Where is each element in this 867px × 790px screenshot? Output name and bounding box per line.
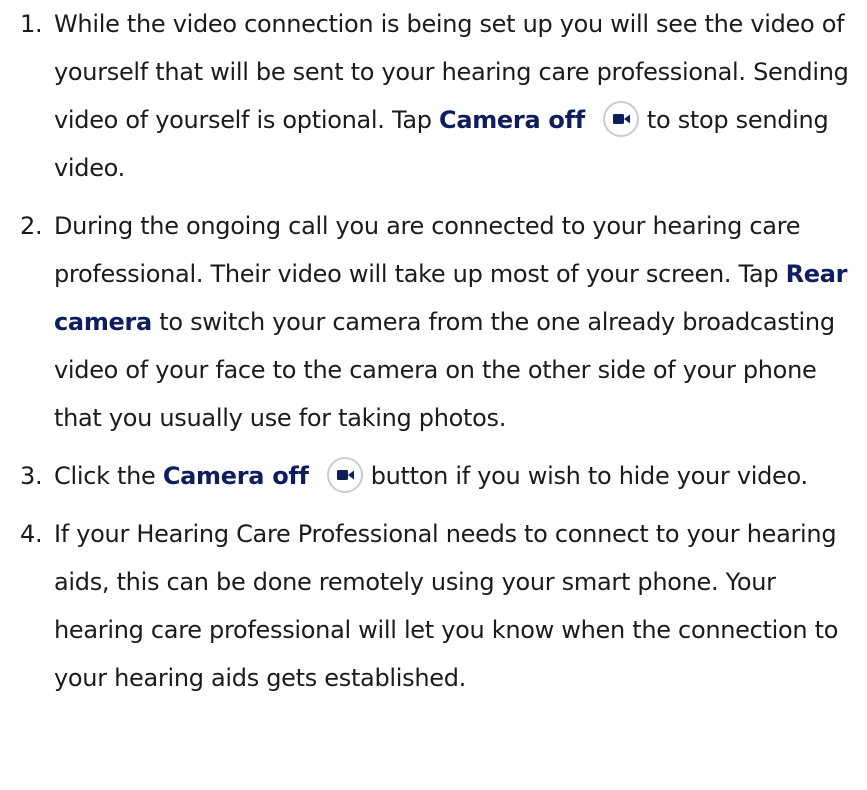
camera-off-button bbox=[326, 457, 363, 493]
step-number: 1. bbox=[20, 10, 43, 38]
step-text: Click the bbox=[54, 462, 163, 490]
step-text: button if you wish to hide your video. bbox=[370, 462, 808, 490]
camera-off-label: Camera off bbox=[439, 106, 585, 134]
step-number: 2. bbox=[20, 212, 43, 240]
step-text: to switch your camera from the one alrea… bbox=[54, 308, 835, 432]
video-camera-icon bbox=[612, 114, 630, 124]
instruction-list: 1. While the video connection is being s… bbox=[20, 0, 860, 712]
step-number: 3. bbox=[20, 462, 43, 490]
step-1: 1. While the video connection is being s… bbox=[20, 0, 860, 192]
step-2: 2. During the ongoing call you are conne… bbox=[20, 202, 860, 442]
step-text: If your Hearing Care Professional needs … bbox=[54, 520, 839, 692]
step-4: 4. If your Hearing Care Professional nee… bbox=[20, 510, 860, 702]
video-camera-icon bbox=[336, 470, 354, 480]
step-text: During the ongoing call you are connecte… bbox=[54, 212, 801, 288]
camera-off-button bbox=[602, 101, 639, 137]
camera-off-label: Camera off bbox=[162, 462, 309, 490]
step-3: 3. Click the Camera off button if you wis… bbox=[20, 452, 860, 500]
step-number: 4. bbox=[20, 520, 43, 548]
